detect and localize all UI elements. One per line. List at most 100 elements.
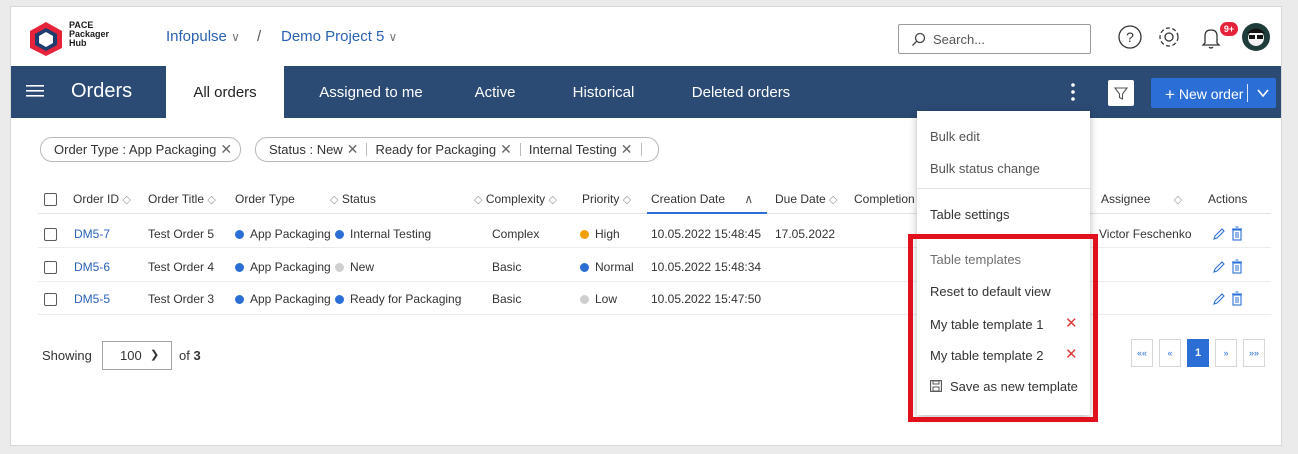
order-complexity: Complex xyxy=(492,227,540,241)
column-header-priority[interactable]: Priority ◇ xyxy=(582,192,631,206)
more-options-icon[interactable] xyxy=(1069,82,1077,102)
column-header-due-date[interactable]: Due Date ◇ xyxy=(775,192,838,206)
menu-item-bulk-edit[interactable]: Bulk edit xyxy=(930,129,980,144)
orders-navbar: Orders All orders Assigned to me Active … xyxy=(11,66,1281,118)
button-divider xyxy=(1247,84,1248,102)
remove-filter-icon[interactable]: ✕ xyxy=(500,141,512,157)
column-header-completion[interactable]: Completion xyxy=(854,192,915,206)
sort-icon: ◇ xyxy=(829,194,838,206)
pager-prev-button[interactable]: « xyxy=(1159,339,1181,367)
menu-item-bulk-status-change[interactable]: Bulk status change xyxy=(930,161,1040,176)
breadcrumb-org[interactable]: Infopulse ∨ xyxy=(166,28,240,45)
sorted-column-indicator xyxy=(647,212,767,214)
order-due-date: 17.05.2022 xyxy=(775,227,836,241)
edit-icon[interactable] xyxy=(1212,260,1226,274)
column-header-creation-date[interactable]: Creation Date ∧ xyxy=(651,192,753,206)
pager-next-button[interactable]: » xyxy=(1215,339,1237,367)
row-checkbox[interactable] xyxy=(44,293,57,306)
breadcrumb-project[interactable]: Demo Project 5 ∨ xyxy=(281,28,397,45)
order-priority: Normal xyxy=(580,260,634,274)
edit-icon[interactable] xyxy=(1212,227,1226,241)
remove-filter-icon[interactable]: ✕ xyxy=(347,141,359,157)
tab-active[interactable]: Active xyxy=(459,66,531,118)
order-status: New xyxy=(335,260,374,274)
remove-filter-icon[interactable]: ✕ xyxy=(220,141,232,157)
tab-assigned-to-me[interactable]: Assigned to me xyxy=(296,66,446,118)
order-id-link[interactable]: DM5-5 xyxy=(74,292,110,306)
chevron-down-icon: ❯ xyxy=(150,349,160,361)
page-title: Orders xyxy=(71,80,133,102)
top-header: PACE Packager Hub Infopulse ∨ / Demo Proje… xyxy=(11,7,1281,66)
order-status: Internal Testing xyxy=(335,227,431,241)
row-checkbox[interactable] xyxy=(44,261,57,274)
edit-icon[interactable] xyxy=(1212,292,1226,306)
filter-button[interactable] xyxy=(1108,80,1134,106)
order-id-link[interactable]: DM5-7 xyxy=(74,227,110,241)
column-header-status[interactable]: ◇ Status xyxy=(330,192,376,206)
order-priority: Low xyxy=(580,292,617,306)
showing-label: Showing xyxy=(42,348,92,363)
pager-current-page[interactable]: 1 xyxy=(1187,339,1209,367)
brand-name: PACE Packager Hub xyxy=(69,20,110,48)
menu-item-table-settings[interactable]: Table settings xyxy=(930,207,1010,222)
notification-badge: 9+ xyxy=(1220,22,1238,36)
sort-icon: ◇ xyxy=(474,194,483,206)
column-header-order-title[interactable]: Order Title ◇ xyxy=(148,192,216,206)
pager-last-button[interactable]: »» xyxy=(1243,339,1265,367)
app-window: PACE Packager Hub Infopulse ∨ / Demo Proje… xyxy=(10,6,1282,446)
sort-icon: ◇ xyxy=(330,194,339,206)
filter-chip-status: Status : New ✕ Ready for Packaging ✕ Interna… xyxy=(255,137,659,162)
sort-icon: ◇ xyxy=(122,194,131,206)
delete-icon[interactable] xyxy=(1231,259,1243,274)
hamburger-menu-icon[interactable] xyxy=(26,84,44,98)
order-title: Test Order 5 xyxy=(148,227,215,241)
menu-divider xyxy=(917,188,1090,189)
column-header-actions: Actions xyxy=(1208,192,1248,206)
order-complexity: Basic xyxy=(492,292,522,306)
order-type: App Packaging xyxy=(235,227,331,241)
search-input[interactable]: Search... xyxy=(898,24,1091,54)
select-all-checkbox[interactable] xyxy=(44,193,57,206)
order-priority: High xyxy=(580,227,620,241)
search-placeholder: Search... xyxy=(933,32,986,47)
avatar[interactable] xyxy=(1241,22,1271,52)
row-checkbox[interactable] xyxy=(44,228,57,241)
sort-icon: ◇ xyxy=(548,194,557,206)
help-icon[interactable]: ? xyxy=(1117,24,1143,50)
order-assignee: Victor Feschenko xyxy=(1099,227,1192,241)
page-size-select[interactable]: 100 ❯ xyxy=(102,341,172,370)
chevron-down-icon: ∨ xyxy=(231,30,240,44)
sort-ascending-icon: ∧ xyxy=(744,192,754,206)
filter-icon xyxy=(1113,87,1129,100)
column-header-order-id[interactable]: Order ID ◇ xyxy=(73,192,131,206)
order-creation-date: 10.05.2022 15:48:45 xyxy=(651,227,762,241)
sort-icon: ◇ xyxy=(1173,194,1183,206)
chevron-down-icon: ∨ xyxy=(388,30,398,44)
delete-icon[interactable] xyxy=(1231,291,1243,306)
tab-deleted-orders[interactable]: Deleted orders xyxy=(676,66,806,118)
order-type: App Packaging xyxy=(235,292,331,306)
column-header-complexity[interactable]: ◇ Complexity ◇ xyxy=(474,192,557,206)
chevron-down-icon[interactable] xyxy=(1256,86,1270,100)
delete-icon[interactable] xyxy=(1231,226,1243,241)
order-title: Test Order 3 xyxy=(148,292,215,306)
column-header-assignee[interactable]: Assignee ◇ xyxy=(1101,192,1182,206)
filter-chip-order-type: Order Type : App Packaging ✕ xyxy=(40,137,242,162)
plus-icon: + xyxy=(1165,85,1175,104)
new-order-button[interactable]: + New order xyxy=(1151,78,1276,108)
sort-icon: ◇ xyxy=(622,194,632,206)
breadcrumb-separator: / xyxy=(257,28,262,45)
tab-all-orders[interactable]: All orders xyxy=(166,66,284,118)
order-status: Ready for Packaging xyxy=(335,292,461,306)
order-complexity: Basic xyxy=(492,260,522,274)
pager-first-button[interactable]: «« xyxy=(1131,339,1153,367)
gear-icon[interactable] xyxy=(1156,24,1182,50)
order-id-link[interactable]: DM5-6 xyxy=(74,260,110,274)
order-title: Test Order 4 xyxy=(148,260,215,274)
column-header-order-type[interactable]: Order Type xyxy=(235,192,295,206)
remove-filter-icon[interactable]: ✕ xyxy=(621,141,633,157)
tab-historical[interactable]: Historical xyxy=(556,66,651,118)
order-type: App Packaging xyxy=(235,260,331,274)
svg-text:?: ? xyxy=(1126,29,1134,45)
pace-logo-icon xyxy=(30,22,62,56)
